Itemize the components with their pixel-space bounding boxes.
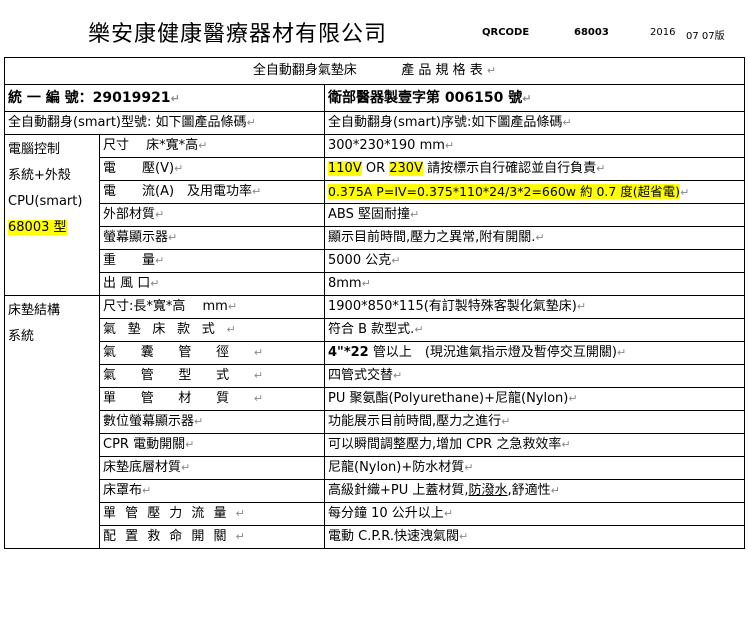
spec-value: 四管式交替↵ (323, 364, 746, 388)
spec-value: PU 聚氨酯(Polyurethane)+尼龍(Nylon)↵ (323, 387, 746, 411)
spec-value: 110V OR 230V 請按標示自行確認並自行負責↵ (323, 157, 746, 181)
spec-value: 高級針織+PU 上蓋材質,防潑水,舒適性↵ (323, 479, 746, 503)
title-row: 全自動翻身氣墊床 產 品 規 格 表 ↵ (3, 57, 746, 85)
spec-label: 氣墊床款式↵ (99, 318, 325, 342)
spec-label: 出 風 口↵ (99, 272, 325, 296)
qrcode-label: QRCODE (482, 27, 530, 38)
spec-value: ABS 堅固耐撞↵ (323, 203, 746, 227)
table-row: 出 風 口↵ 8mm↵ (5, 272, 746, 296)
barcode-row: 全自動翻身(smart)型號: 如下圖產品條碼↵ 全自動翻身(smart)序號:… (4, 111, 746, 135)
spec-label: 氣囊管徑↵ (99, 341, 325, 365)
spec-value: 0.375A P=IV=0.375*110*24/3*2=660w 約 0.7 … (323, 180, 746, 204)
table-row: 床墊底層材質↵ 尼龍(Nylon)+防水材質↵ (5, 456, 746, 480)
table-row: 床罩布↵ 高級針織+PU 上蓋材質,防潑水,舒適性↵ (5, 479, 746, 503)
table-row: 數位螢幕顯示器↵ 功能展示目前時間,壓力之進行↵ (5, 410, 746, 434)
spec-label: 單管壓力流量↵ (99, 502, 325, 526)
spec-label: 床罩布↵ (99, 479, 325, 503)
table-row: 氣墊床款式↵ 符合 B 款型式.↵ (5, 318, 746, 342)
spec-label: 電 流(A) 及用電功率↵ (99, 180, 325, 204)
table-row: 單管材質↵ PU 聚氨酯(Polyurethane)+尼龍(Nylon)↵ (5, 387, 746, 411)
spec-label: 氣管型式↵ (99, 364, 325, 388)
table-row: 床墊結構 系統 尺寸:長*寬*高 mm↵ 1900*850*115(有訂製特殊客… (4, 295, 746, 549)
company-name: 樂安康健康醫療器材有限公司 (88, 22, 388, 47)
spec-label: 床墊底層材質↵ (99, 456, 325, 480)
table-row: 螢幕顯示器↵ 顯示目前時間,壓力之異常,附有開關.↵ (5, 226, 746, 250)
spec-label: 螢幕顯示器↵ (99, 226, 325, 250)
spec-label: 配置救命開關↵ (99, 525, 325, 549)
license-number: 衛部醫器製壹字第 006150 號↵ (323, 84, 746, 112)
title-product: 全自動翻身氣墊床 (252, 63, 357, 78)
title-spec: 產 品 規 格 表 (401, 63, 483, 78)
table-row: 配置救命開關↵ 電動 C.P.R.快速洩氣閥↵ (5, 525, 746, 549)
spec-value: 功能展示目前時間,壓力之進行↵ (323, 410, 746, 434)
table-row: 電腦控制 系統+外殼 CPU(smart) 68003 型 尺寸 床*寬*高↵ … (4, 134, 746, 296)
registration-row: 統 一 編 號：29019921↵ 衛部醫器製壹字第 006150 號↵ (4, 84, 746, 112)
serial-barcode: 全自動翻身(smart)序號:如下圖產品條碼↵ (323, 111, 746, 135)
group-label-mattress: 床墊結構 系統 (4, 295, 100, 549)
table-row: 重 量↵ 5000 公克↵ (5, 249, 746, 273)
spec-label: 尺寸:長*寬*高 mm↵ (99, 295, 325, 319)
table-row: 電 壓(V)↵ 110V OR 230V 請按標示自行確認並自行負責↵ (5, 157, 746, 181)
spec-value: 可以瞬間調整壓力,增加 CPR 之急救效率↵ (323, 433, 746, 457)
document-header: 樂安康健康醫療器材有限公司 QRCODE 68003 2016 07 07版 (0, 0, 748, 56)
table-title: 全自動翻身氣墊床 產 品 規 格 表 ↵ (3, 57, 746, 85)
spec-label: 外部材質↵ (99, 203, 325, 227)
table-row: 氣囊管徑↵ 4"*22 管以上 (現況進氣指示燈及暫停交互開關)↵ (5, 341, 746, 365)
spec-label: CPR 電動開關↵ (99, 433, 325, 457)
uniform-number: 統 一 編 號：29019921↵ (4, 84, 325, 112)
spec-value: 符合 B 款型式.↵ (323, 318, 746, 342)
spec-value: 5000 公克↵ (323, 249, 746, 273)
spec-value: 300*230*190 mm↵ (323, 134, 746, 158)
spec-table: 全自動翻身氣墊床 產 品 規 格 表 ↵ 統 一 編 號：29019921↵ 衛… (3, 57, 746, 549)
spec-value: 顯示目前時間,壓力之異常,附有開關.↵ (323, 226, 746, 250)
group-label-control: 電腦控制 系統+外殼 CPU(smart) 68003 型 (4, 134, 100, 296)
spec-value: 4"*22 管以上 (現況進氣指示燈及暫停交互開關)↵ (323, 341, 746, 365)
spec-value: 每分鐘 10 公升以上↵ (323, 502, 746, 526)
spec-value: 尼龍(Nylon)+防水材質↵ (323, 456, 746, 480)
spec-label: 單管材質↵ (99, 387, 325, 411)
spec-label: 尺寸 床*寬*高↵ (99, 134, 325, 158)
spec-label: 重 量↵ (99, 249, 325, 273)
model-barcode: 全自動翻身(smart)型號: 如下圖產品條碼↵ (4, 111, 325, 135)
table-row: 電 流(A) 及用電功率↵ 0.375A P=IV=0.375*110*24/3… (5, 180, 746, 204)
spec-value: 8mm↵ (323, 272, 746, 296)
table-row: 外部材質↵ ABS 堅固耐撞↵ (5, 203, 746, 227)
table-row: 單管壓力流量↵ 每分鐘 10 公升以上↵ (5, 502, 746, 526)
spec-value: 電動 C.P.R.快速洩氣閥↵ (323, 525, 746, 549)
model-number: 68003 (574, 27, 609, 38)
year: 2016 (650, 27, 676, 38)
spec-value: 1900*850*115(有訂製特殊客製化氣墊床)↵ (323, 295, 746, 319)
version-date: 07 07版 (686, 31, 725, 42)
table-row: 氣管型式↵ 四管式交替↵ (5, 364, 746, 388)
spec-label: 數位螢幕顯示器↵ (99, 410, 325, 434)
spec-label: 電 壓(V)↵ (99, 157, 325, 181)
table-row: CPR 電動開關↵ 可以瞬間調整壓力,增加 CPR 之急救效率↵ (5, 433, 746, 457)
